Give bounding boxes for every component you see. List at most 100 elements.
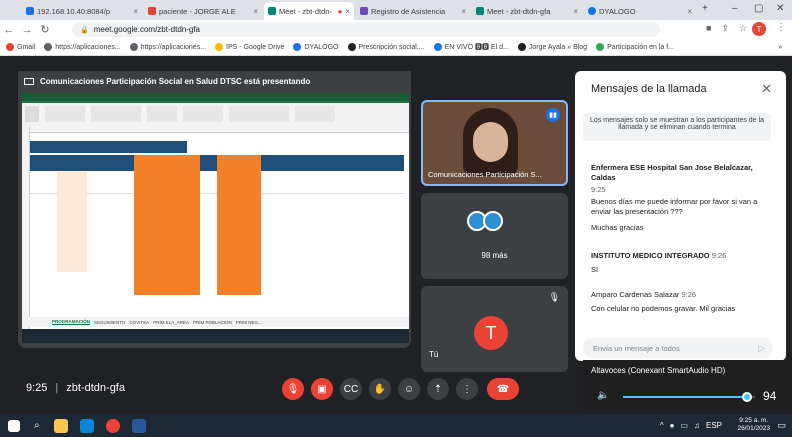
participant-tile-more[interactable]: 98 más bbox=[421, 193, 568, 279]
bookmark[interactable]: https://aplicaciones... bbox=[44, 43, 121, 51]
menu-icon[interactable]: ⋮ bbox=[776, 22, 786, 33]
presentation-banner: Comunicaciones Participación Social en S… bbox=[18, 71, 411, 91]
sheet-tab[interactable]: PRIM NEG... bbox=[236, 320, 262, 325]
captions-button[interactable]: CC bbox=[340, 378, 362, 400]
bookmark[interactable]: EN VIVO 🅱🅱 El d... bbox=[433, 42, 509, 52]
close-icon[interactable]: × bbox=[253, 7, 258, 16]
bookmark[interactable]: Participación en la f... bbox=[596, 43, 674, 51]
tab-favicon bbox=[476, 7, 484, 15]
browser-tab-active[interactable]: Meet - zbt-dtdn- ● × bbox=[264, 2, 354, 20]
forward-icon[interactable]: → bbox=[18, 24, 36, 36]
end-call-button[interactable]: ☎ bbox=[487, 378, 519, 400]
bookmark[interactable]: Jorge Ayala » Blog bbox=[517, 43, 587, 51]
browser-tab[interactable]: 192.168.10.40:8084/p × bbox=[22, 2, 142, 20]
chat-panel: Mensajes de la llamada ✕ Los mensajes so… bbox=[575, 71, 786, 361]
sheet-tabs: PROGRAMACIÓN SEGUIMIENTO COVITSA PRIM EL… bbox=[22, 317, 409, 327]
minimize-icon[interactable]: – bbox=[732, 3, 738, 14]
participacion-icon bbox=[596, 43, 605, 51]
camera-off-icon: ▣ bbox=[317, 383, 327, 395]
present-icon bbox=[24, 77, 34, 85]
reload-icon[interactable]: ↻ bbox=[36, 23, 54, 36]
window-close-icon[interactable]: ✕ bbox=[776, 3, 784, 14]
volume-popup: Altavoces (Conexant SmartAudio HD) 🔈 94 bbox=[583, 360, 792, 410]
browser-tab[interactable]: Registro de Asistencia × bbox=[356, 2, 470, 20]
chat-title: Mensajes de la llamada bbox=[591, 83, 707, 95]
star-icon[interactable]: ☆ bbox=[739, 23, 747, 34]
browser-tab[interactable]: DYALOGO × bbox=[584, 2, 696, 20]
camera-off-button[interactable]: ▣ bbox=[311, 378, 333, 400]
url-bar[interactable]: 🔒 meet.google.com/zbt-dtdn-gfa bbox=[72, 22, 660, 37]
mic-off-button[interactable]: 🎙 bbox=[282, 378, 304, 400]
close-icon[interactable]: × bbox=[133, 7, 138, 16]
chat-input[interactable]: Envía un mensaje a todos ▷ bbox=[583, 338, 773, 358]
present-button[interactable]: ⇡ bbox=[427, 378, 449, 400]
participant-tile-video[interactable]: ▮▮ Comunicaciones Participación S... bbox=[421, 100, 568, 186]
bookmarks-more[interactable]: » bbox=[778, 44, 782, 51]
edge-icon[interactable] bbox=[79, 418, 94, 433]
send-icon[interactable]: ▷ bbox=[758, 343, 765, 354]
present-icon: ⇡ bbox=[433, 383, 443, 395]
mic-off-icon: 🎙 bbox=[286, 383, 300, 395]
maximize-icon[interactable]: ▢ bbox=[754, 3, 763, 14]
word-icon[interactable] bbox=[131, 418, 146, 433]
speaker-icon[interactable]: 🔈 bbox=[597, 390, 609, 401]
gmail-icon bbox=[6, 43, 14, 51]
system-tray: ^ ● ▭ ♫ ESP bbox=[659, 421, 722, 430]
sheet-tab[interactable]: PROGRAMACIÓN bbox=[52, 319, 90, 325]
close-icon[interactable]: × bbox=[687, 7, 692, 16]
facebook-icon bbox=[433, 43, 442, 51]
share-icon[interactable]: ⇪ bbox=[721, 23, 729, 34]
excel-sheet: PROGRAMACIÓN SEGUIMIENTO COVITSA PRIM EL… bbox=[22, 127, 409, 343]
tab-favicon bbox=[268, 7, 276, 15]
hand-icon: ✋ bbox=[373, 383, 387, 395]
raise-hand-button[interactable]: ✋ bbox=[369, 378, 391, 400]
profile-avatar[interactable]: T bbox=[752, 22, 766, 36]
tab-favicon bbox=[588, 7, 596, 15]
volume-thumb[interactable] bbox=[742, 392, 753, 402]
file-explorer-icon[interactable] bbox=[53, 418, 68, 433]
dyalogo-icon bbox=[293, 43, 302, 51]
close-icon[interactable]: × bbox=[461, 7, 466, 16]
bookmark[interactable]: DYALOGO bbox=[293, 43, 339, 51]
blog-icon bbox=[517, 43, 526, 51]
browser-tab[interactable]: Meet - zbt-dtdn-gfa × bbox=[472, 2, 582, 20]
windows-start-icon[interactable] bbox=[8, 419, 20, 432]
browser-tab[interactable]: paciente - JORGE ALE × bbox=[144, 2, 262, 20]
tab-strip: 192.168.10.40:8084/p × paciente - JORGE A… bbox=[0, 0, 792, 20]
avatar: T bbox=[474, 316, 508, 350]
sheet-tab[interactable]: SEGUIMIENTO bbox=[94, 320, 125, 325]
volume-slider[interactable] bbox=[623, 396, 755, 398]
mic-icon[interactable]: ● bbox=[670, 421, 675, 430]
bookmark[interactable]: https://aplicaciones... bbox=[129, 43, 206, 51]
speaker-icon[interactable]: ♫ bbox=[694, 421, 700, 430]
more-options-button[interactable]: ⋮ bbox=[456, 378, 478, 400]
clock[interactable]: 9:25 a. m. 26/01/2023 bbox=[737, 417, 770, 433]
bookmark[interactable]: Prescripción social,... bbox=[347, 43, 425, 51]
more-icon: ⋮ bbox=[462, 383, 472, 395]
sheet-tab[interactable]: COVITSA bbox=[129, 320, 149, 325]
network-icon[interactable]: ▭ bbox=[680, 421, 688, 430]
close-icon[interactable]: × bbox=[345, 7, 350, 16]
notification-icon[interactable]: ▭ bbox=[777, 420, 786, 431]
sheet-tab[interactable]: PRIM ELA_AREA bbox=[153, 320, 189, 325]
back-icon[interactable]: ← bbox=[0, 24, 18, 36]
captions-icon: CC bbox=[343, 383, 359, 395]
participant-tile-self[interactable]: 🎙 T Tú bbox=[421, 286, 568, 372]
close-icon[interactable]: ✕ bbox=[761, 81, 772, 97]
drive-icon bbox=[215, 43, 224, 51]
chrome-icon[interactable] bbox=[105, 418, 120, 433]
tab-favicon bbox=[26, 7, 34, 15]
sheet-tab[interactable]: PRIM POBLACION bbox=[193, 320, 232, 325]
camera-icon[interactable]: ■ bbox=[706, 23, 711, 34]
globe-icon bbox=[44, 43, 53, 51]
speaking-icon: ▮▮ bbox=[546, 108, 560, 122]
new-tab-button[interactable]: + bbox=[702, 3, 708, 14]
chevron-up-icon[interactable]: ^ bbox=[660, 421, 664, 430]
search-icon[interactable]: ⌕ bbox=[34, 420, 40, 431]
bookmarks-bar: Gmail https://aplicaciones... https://ap… bbox=[0, 39, 792, 56]
close-icon[interactable]: × bbox=[573, 7, 578, 16]
emoji-button[interactable]: ☺ bbox=[398, 378, 420, 400]
emoji-icon: ☺ bbox=[403, 383, 415, 395]
bookmark[interactable]: IPS - Google Drive bbox=[215, 43, 284, 51]
bookmark[interactable]: Gmail bbox=[6, 43, 35, 51]
